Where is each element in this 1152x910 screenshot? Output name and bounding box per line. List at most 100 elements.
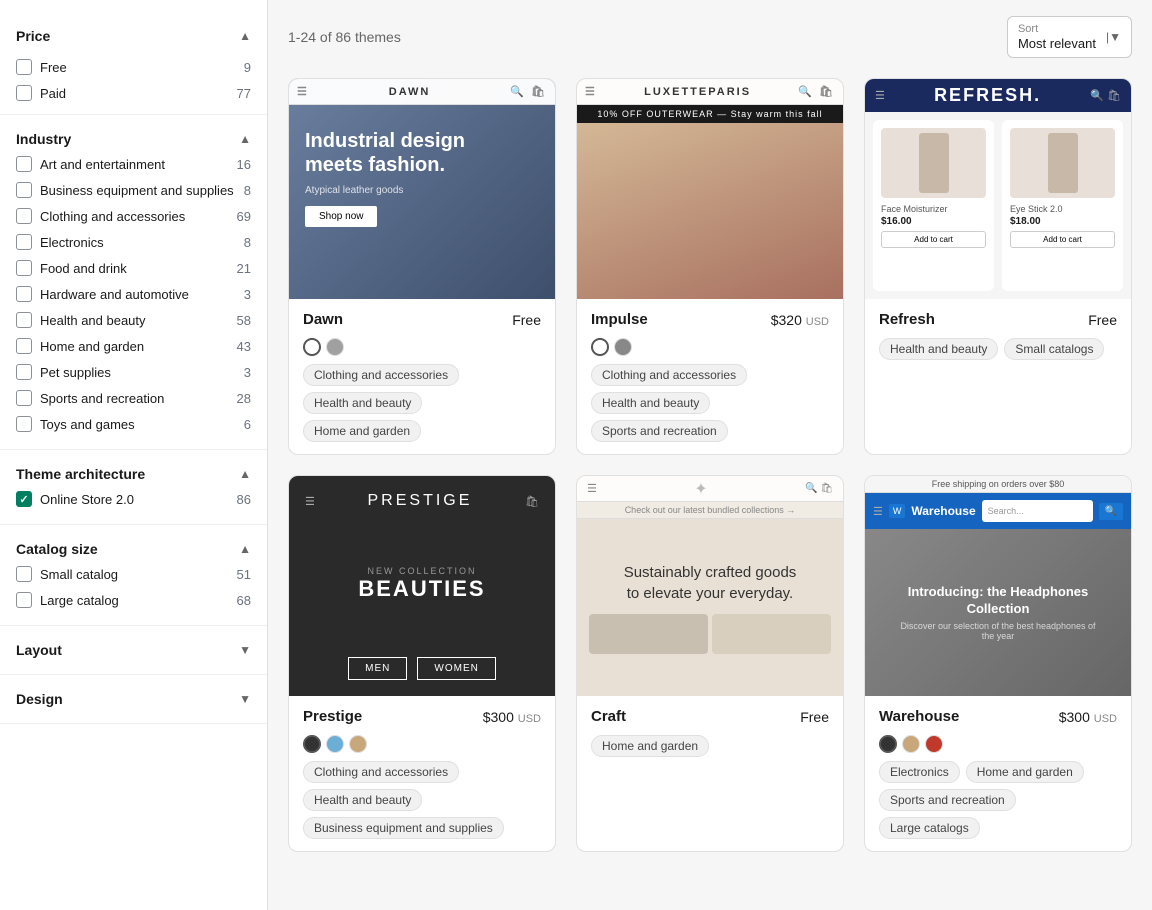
filter-count: 43 — [237, 339, 251, 354]
theme-card[interactable]: ☰LUXETTEPARIS🔍 🛍10% OFF OUTERWEAR — Stay… — [576, 78, 844, 455]
filter-item[interactable]: Electronics8 — [16, 229, 251, 255]
filter-item[interactable]: Health and beauty58 — [16, 307, 251, 333]
theme-tag[interactable]: Sports and recreation — [879, 789, 1016, 811]
theme-tag[interactable]: Business equipment and supplies — [303, 817, 504, 839]
theme-card[interactable]: ☰PRESTIGE🛍NEW COLLECTIONBEAUTIESMENWOMEN… — [288, 475, 556, 852]
theme-price: Free — [800, 709, 829, 725]
color-swatch[interactable] — [902, 735, 920, 753]
theme-tag[interactable]: Electronics — [879, 761, 960, 783]
filter-checkbox[interactable] — [16, 312, 32, 328]
theme-tag[interactable]: Health and beauty — [591, 392, 710, 414]
filter-checkbox[interactable] — [16, 390, 32, 406]
catalog-size-header[interactable]: Catalog size ▲ — [16, 537, 251, 561]
filter-item[interactable]: Hardware and automotive3 — [16, 281, 251, 307]
filter-checkbox[interactable] — [16, 156, 32, 172]
price-section-header[interactable]: Price ▲ — [16, 28, 251, 44]
filter-item[interactable]: Small catalog51 — [16, 561, 251, 587]
catalog-filters: Small catalog51Large catalog68 — [16, 561, 251, 613]
color-swatch[interactable] — [879, 735, 897, 753]
filter-count: 9 — [244, 60, 251, 75]
theme-tag[interactable]: Sports and recreation — [591, 420, 728, 442]
design-chevron-icon: ▼ — [239, 692, 251, 706]
theme-card[interactable]: ☰REFRESH.🔍 🛍Face Moisturizer$16.00Add to… — [864, 78, 1132, 455]
theme-tag[interactable]: Home and garden — [303, 420, 421, 442]
filter-checkbox[interactable] — [16, 566, 32, 582]
filter-item[interactable]: Large catalog68 — [16, 587, 251, 613]
color-swatches — [879, 735, 1117, 753]
filter-item[interactable]: Paid77 — [16, 80, 251, 106]
catalog-size-section: Catalog size ▲ Small catalog51Large cata… — [0, 525, 267, 626]
industry-header[interactable]: Industry ▲ — [16, 127, 251, 151]
theme-price: Free — [1088, 312, 1117, 328]
filter-checkbox[interactable] — [16, 338, 32, 354]
theme-tag[interactable]: Clothing and accessories — [303, 761, 459, 783]
filter-label: Food and drink — [40, 261, 127, 276]
color-swatch[interactable] — [326, 735, 344, 753]
theme-tag[interactable]: Health and beauty — [303, 789, 422, 811]
theme-preview: ☰✦🔍 🛍Check out our latest bundled collec… — [577, 476, 843, 696]
theme-price: $300 USD — [483, 709, 541, 725]
color-swatch[interactable] — [326, 338, 344, 356]
filter-checkbox[interactable] — [16, 364, 32, 380]
filter-count: 58 — [237, 313, 251, 328]
theme-tag[interactable]: Home and garden — [966, 761, 1084, 783]
theme-card[interactable]: Free shipping on orders over $80☰WWareho… — [864, 475, 1132, 852]
theme-tag[interactable]: Health and beauty — [303, 392, 422, 414]
theme-tag[interactable]: Clothing and accessories — [303, 364, 459, 386]
color-swatch[interactable] — [925, 735, 943, 753]
theme-tags: Health and beauty Small catalogs — [879, 338, 1117, 360]
theme-arch-chevron-icon: ▲ — [239, 467, 251, 481]
filter-checkbox[interactable] — [16, 59, 32, 75]
theme-name: Dawn — [303, 311, 343, 328]
color-swatch[interactable] — [303, 338, 321, 356]
filter-checkbox[interactable] — [16, 260, 32, 276]
main-header: 1-24 of 86 themes Sort Most relevant |▼ — [288, 16, 1132, 58]
industry-chevron-icon: ▲ — [239, 132, 251, 146]
color-swatch[interactable] — [614, 338, 632, 356]
filter-checkbox[interactable] — [16, 208, 32, 224]
theme-arch-header[interactable]: Theme architecture ▲ — [16, 462, 251, 486]
filter-item[interactable]: Sports and recreation28 — [16, 385, 251, 411]
filter-checkbox[interactable] — [16, 491, 32, 507]
design-header[interactable]: Design ▼ — [16, 687, 251, 711]
theme-info: Refresh Free Health and beauty Small catalo… — [865, 299, 1131, 372]
filter-label: Paid — [40, 86, 66, 101]
results-count: 1-24 of 86 themes — [288, 29, 401, 45]
filter-checkbox[interactable] — [16, 85, 32, 101]
filter-checkbox[interactable] — [16, 416, 32, 432]
price-filters: Free9Paid77 — [16, 54, 251, 106]
filter-count: 69 — [237, 209, 251, 224]
theme-card[interactable]: ☰✦🔍 🛍Check out our latest bundled collec… — [576, 475, 844, 852]
filter-checkbox[interactable] — [16, 234, 32, 250]
color-swatch[interactable] — [303, 735, 321, 753]
theme-tag[interactable]: Small catalogs — [1004, 338, 1104, 360]
layout-chevron-icon: ▼ — [239, 643, 251, 657]
filter-checkbox[interactable] — [16, 592, 32, 608]
theme-tag[interactable]: Home and garden — [591, 735, 709, 757]
theme-tag[interactable]: Clothing and accessories — [591, 364, 747, 386]
filter-item[interactable]: Business equipment and supplies8 — [16, 177, 251, 203]
filter-item[interactable]: Food and drink21 — [16, 255, 251, 281]
color-swatch[interactable] — [349, 735, 367, 753]
theme-tag[interactable]: Health and beauty — [879, 338, 998, 360]
filter-item[interactable]: Pet supplies3 — [16, 359, 251, 385]
filter-label: Toys and games — [40, 417, 135, 432]
layout-header[interactable]: Layout ▼ — [16, 638, 251, 662]
filter-checkbox[interactable] — [16, 286, 32, 302]
theme-card[interactable]: ☰DAWN🔍 🛍Industrial designmeets fashion.A… — [288, 78, 556, 455]
filter-item[interactable]: Clothing and accessories69 — [16, 203, 251, 229]
filter-item[interactable]: Art and entertainment16 — [16, 151, 251, 177]
color-swatch[interactable] — [591, 338, 609, 356]
filter-item[interactable]: Free9 — [16, 54, 251, 80]
theme-name: Refresh — [879, 311, 935, 328]
filter-item[interactable]: Toys and games6 — [16, 411, 251, 437]
sort-value: Most relevant — [1018, 36, 1096, 51]
filter-item[interactable]: Home and garden43 — [16, 333, 251, 359]
filter-checkbox[interactable] — [16, 182, 32, 198]
theme-info: Impulse$320 USDClothing and accessoriesH… — [577, 299, 843, 454]
price-chevron-icon: ▲ — [239, 29, 251, 43]
sort-dropdown[interactable]: Sort Most relevant |▼ — [1007, 16, 1132, 58]
sidebar: Price ▲ Free9Paid77 Industry ▲ Art and e… — [0, 0, 268, 910]
theme-tag[interactable]: Large catalogs — [879, 817, 980, 839]
filter-item[interactable]: Online Store 2.086 — [16, 486, 251, 512]
